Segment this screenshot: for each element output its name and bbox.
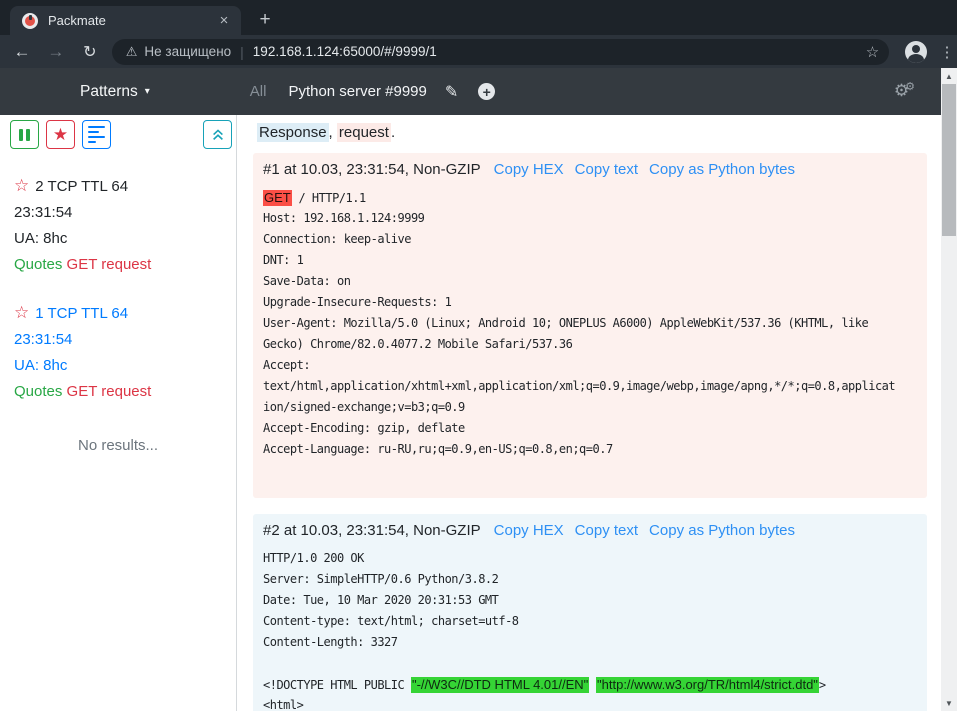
tab-python-server[interactable]: Python server #9999 bbox=[288, 83, 426, 100]
new-tab-button[interactable]: + bbox=[252, 7, 278, 33]
security-warning-label: Не защищено bbox=[144, 44, 231, 59]
copy-python-bytes-link[interactable]: Copy as Python bytes bbox=[649, 522, 795, 539]
packet-card-response: #2 at 10.03, 23:31:54, Non-GZIP Copy HEX… bbox=[253, 514, 927, 711]
close-tab-icon[interactable]: × bbox=[215, 12, 233, 30]
legend-request: request bbox=[337, 123, 391, 142]
packmate-favicon-icon bbox=[22, 13, 38, 29]
browser-tab-strip: Packmate × + bbox=[0, 0, 957, 35]
pattern-tag-quotes: Quotes bbox=[14, 256, 62, 273]
packet-header: #2 at 10.03, 23:31:54, Non-GZIP Copy HEX… bbox=[263, 522, 917, 539]
page-scrollbar[interactable]: ▲ ▼ bbox=[941, 68, 957, 711]
copy-hex-link[interactable]: Copy HEX bbox=[494, 522, 564, 539]
stream-item[interactable]: ☆ 2 TCP TTL 64 23:31:54 UA: 8hc Quotes GE… bbox=[0, 161, 236, 288]
forward-icon[interactable]: → bbox=[42, 38, 70, 66]
patterns-dropdown[interactable]: Patterns ▾ bbox=[80, 83, 150, 101]
patterns-label: Patterns bbox=[80, 83, 138, 101]
sidebar-toolbar: ★ bbox=[0, 115, 236, 161]
packet-view: Response, request. #1 at 10.03, 23:31:54… bbox=[238, 115, 941, 711]
stream-sidebar: ★ ☆ 2 TCP TTL 64 23:31:54 UA: 8hc Quotes … bbox=[0, 115, 237, 711]
stream-time: 23:31:54 bbox=[14, 327, 226, 353]
packet-id: #2 at 10.03, 23:31:54, Non-GZIP bbox=[263, 522, 481, 539]
back-icon[interactable]: ← bbox=[8, 38, 36, 66]
legend-response: Response bbox=[257, 123, 329, 142]
packet-body: GET / HTTP/1.1Host: 192.168.1.124:9999Co… bbox=[263, 190, 917, 484]
app-header: Patterns ▾ All Python server #9999 ✎ + ⚙… bbox=[0, 68, 941, 115]
url-text[interactable]: 192.168.1.124:65000/#/9999/1 bbox=[253, 44, 858, 59]
list-view-button[interactable] bbox=[82, 120, 111, 149]
pattern-tag-get-request: GET request bbox=[67, 256, 152, 273]
collapse-sidebar-button[interactable] bbox=[203, 120, 232, 149]
chevron-double-up-icon bbox=[211, 128, 225, 142]
profile-avatar[interactable] bbox=[905, 41, 927, 63]
caret-down-icon: ▾ bbox=[145, 86, 150, 97]
browser-tab[interactable]: Packmate × bbox=[10, 6, 241, 35]
stream-title: 1 TCP TTL 64 bbox=[35, 305, 128, 322]
stream-time: 23:31:54 bbox=[14, 200, 226, 226]
settings-gears-icon[interactable]: ⚙⚙ bbox=[894, 81, 919, 101]
pattern-tag-quotes: Quotes bbox=[14, 383, 62, 400]
stream-star-icon[interactable]: ☆ bbox=[14, 303, 29, 322]
copy-hex-link[interactable]: Copy HEX bbox=[494, 161, 564, 178]
favorites-filter-button[interactable]: ★ bbox=[46, 120, 75, 149]
packet-card-request: #1 at 10.03, 23:31:54, Non-GZIP Copy HEX… bbox=[253, 153, 927, 498]
omnibox-separator: | bbox=[240, 44, 244, 60]
edit-pencil-icon[interactable]: ✎ bbox=[445, 82, 458, 102]
stream-ua: UA: 8hc bbox=[14, 226, 226, 252]
pattern-tag-get-request: GET request bbox=[67, 383, 152, 400]
scrollbar-thumb[interactable] bbox=[942, 84, 956, 236]
pause-button[interactable] bbox=[10, 120, 39, 149]
stream-item-selected[interactable]: ☆ 1 TCP TTL 64 23:31:54 UA: 8hc Quotes GE… bbox=[0, 288, 236, 415]
legend-note: Response, request. bbox=[257, 124, 927, 141]
tab-title: Packmate bbox=[48, 13, 215, 28]
stream-ua: UA: 8hc bbox=[14, 353, 226, 379]
bookmark-star-icon[interactable]: ☆ bbox=[866, 43, 879, 61]
browser-toolbar: ← → ↻ ⚠ Не защищено | 192.168.1.124:6500… bbox=[0, 35, 957, 68]
no-results-label: No results... bbox=[0, 437, 236, 454]
scroll-up-icon[interactable]: ▲ bbox=[941, 68, 957, 84]
tab-all[interactable]: All bbox=[250, 83, 267, 100]
star-icon: ★ bbox=[53, 125, 68, 145]
stream-title: 2 TCP TTL 64 bbox=[35, 178, 128, 195]
reload-icon[interactable]: ↻ bbox=[76, 38, 104, 66]
packet-header: #1 at 10.03, 23:31:54, Non-GZIP Copy HEX… bbox=[263, 161, 917, 178]
copy-text-link[interactable]: Copy text bbox=[575, 522, 638, 539]
scroll-down-icon[interactable]: ▼ bbox=[941, 695, 957, 711]
add-service-button[interactable]: + bbox=[478, 83, 495, 100]
browser-menu-icon[interactable]: ⋮ bbox=[937, 43, 957, 61]
packet-body: HTTP/1.0 200 OKServer: SimpleHTTP/0.6 Py… bbox=[263, 551, 917, 711]
copy-text-link[interactable]: Copy text bbox=[575, 161, 638, 178]
address-bar[interactable]: ⚠ Не защищено | 192.168.1.124:65000/#/99… bbox=[112, 39, 889, 65]
packet-id: #1 at 10.03, 23:31:54, Non-GZIP bbox=[263, 161, 481, 178]
copy-python-bytes-link[interactable]: Copy as Python bytes bbox=[649, 161, 795, 178]
pause-icon bbox=[19, 129, 23, 141]
stream-star-icon[interactable]: ☆ bbox=[14, 176, 29, 195]
align-left-icon bbox=[88, 126, 105, 129]
not-secure-warning-icon[interactable]: ⚠ bbox=[126, 44, 138, 60]
